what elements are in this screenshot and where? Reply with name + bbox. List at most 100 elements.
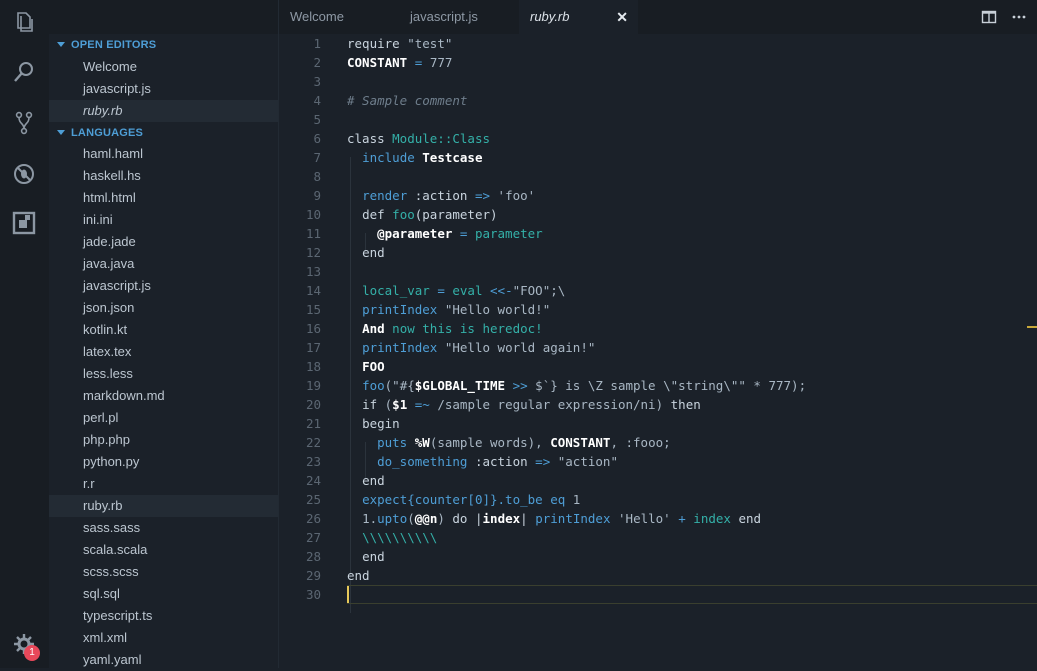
code-line[interactable]: 6 class Module::Class xyxy=(279,129,1037,148)
tab-javascript[interactable]: javascript.js xyxy=(391,0,519,34)
code-token: =~ xyxy=(407,397,438,412)
code-token: then xyxy=(670,397,701,412)
code-line[interactable]: 19 foo("#{$GLOBAL_TIME >> $`} is \Z samp… xyxy=(279,376,1037,395)
code-text: end xyxy=(347,566,370,585)
code-line[interactable]: 8 xyxy=(279,167,1037,186)
code-line[interactable]: 1 require "test" xyxy=(279,34,1037,53)
language-file-item[interactable]: javascript.js xyxy=(49,275,278,297)
line-number: 30 xyxy=(305,587,321,602)
code-line[interactable]: 30 xyxy=(279,585,1037,604)
language-file-item[interactable]: scala.scala xyxy=(49,539,278,561)
tab-welcome[interactable]: Welcome xyxy=(279,0,391,34)
code-line[interactable]: 20 if ($1 =~ /sample regular expression/… xyxy=(279,395,1037,414)
code-line[interactable]: 15 printIndex "Hello world!" xyxy=(279,300,1037,319)
language-file-item[interactable]: java.java xyxy=(49,253,278,275)
open-editors-header[interactable]: OPEN EDITORS xyxy=(49,34,278,56)
code-line[interactable]: 13 xyxy=(279,262,1037,281)
debug-icon[interactable] xyxy=(12,162,36,186)
language-file-item[interactable]: r.r xyxy=(49,473,278,495)
code-token: "Hello world again!" xyxy=(444,340,596,355)
code-line[interactable]: 5 xyxy=(279,110,1037,129)
language-file-item[interactable]: typescript.ts xyxy=(49,605,278,627)
code-line[interactable]: 29 end xyxy=(279,566,1037,585)
code-line[interactable]: 26 1.upto(@@n) do |index| printIndex 'He… xyxy=(279,509,1037,528)
language-file-item[interactable]: sql.sql xyxy=(49,583,278,605)
code-line[interactable]: 24 end xyxy=(279,471,1037,490)
line-number: 17 xyxy=(305,340,321,355)
split-editor-icon[interactable] xyxy=(981,9,997,25)
code-text: # Sample comment xyxy=(347,91,467,110)
line-number: 15 xyxy=(305,302,321,317)
language-file-item[interactable]: ini.ini xyxy=(49,209,278,231)
code-line[interactable]: 10 def foo(parameter) xyxy=(279,205,1037,224)
files-icon[interactable] xyxy=(12,10,36,34)
line-number: 13 xyxy=(305,264,321,279)
language-file-item[interactable]: less.less xyxy=(49,363,278,385)
language-file-item[interactable]: haml.haml xyxy=(49,143,278,165)
tab-ruby[interactable]: ruby.rb ✕ xyxy=(519,0,638,34)
code-line[interactable]: 4 # Sample comment xyxy=(279,91,1037,110)
code-line[interactable]: 23 do_something :action => "action" xyxy=(279,452,1037,471)
code-token: begin xyxy=(362,416,400,431)
code-token: \\\\\\\\\\ xyxy=(362,530,438,545)
code-line[interactable]: 16 And now this is heredoc! xyxy=(279,319,1037,338)
code-token: :action xyxy=(474,454,536,469)
language-file-item[interactable]: jade.jade xyxy=(49,231,278,253)
line-number: 26 xyxy=(305,511,321,526)
language-file-item[interactable]: sass.sass xyxy=(49,517,278,539)
more-actions-icon[interactable] xyxy=(1011,9,1027,25)
close-icon[interactable]: ✕ xyxy=(616,0,628,34)
language-file-item[interactable]: perl.pl xyxy=(49,407,278,429)
language-file-item[interactable]: markdown.md xyxy=(49,385,278,407)
line-number: 9 xyxy=(313,188,321,203)
code-token: "Hello world!" xyxy=(444,302,551,317)
code-token: , :fooo; xyxy=(610,435,671,450)
code-line[interactable]: 21 begin xyxy=(279,414,1037,433)
language-file-item[interactable]: php.php xyxy=(49,429,278,451)
language-file-item[interactable]: scss.scss xyxy=(49,561,278,583)
language-file-item[interactable]: kotlin.kt xyxy=(49,319,278,341)
language-file-item[interactable]: xml.xml xyxy=(49,627,278,649)
line-number: 8 xyxy=(313,169,321,184)
line-number: 25 xyxy=(305,492,321,507)
open-editor-item[interactable]: javascript.js xyxy=(49,78,278,100)
code-line[interactable]: 2 CONSTANT = 777 xyxy=(279,53,1037,72)
code-token: "FOO";\ xyxy=(512,283,566,298)
code-line[interactable]: 18 FOO xyxy=(279,357,1037,376)
code-text: expect{counter[0]}.to_be eq 1 xyxy=(347,490,580,509)
language-file-item[interactable]: json.json xyxy=(49,297,278,319)
language-file-item[interactable]: haskell.hs xyxy=(49,165,278,187)
open-editor-item[interactable]: Welcome xyxy=(49,56,278,78)
code-token: :action xyxy=(414,188,475,203)
code-line[interactable]: 14 local_var = eval <<-"FOO";\ xyxy=(279,281,1037,300)
code-token: CONSTANT xyxy=(550,435,611,450)
code-line[interactable]: 22 puts %W(sample words), CONSTANT, :foo… xyxy=(279,433,1037,452)
line-number: 10 xyxy=(305,207,321,222)
search-icon[interactable] xyxy=(12,60,36,84)
code-line[interactable]: 7 include Testcase xyxy=(279,148,1037,167)
source-control-icon[interactable] xyxy=(12,111,36,135)
language-file-item[interactable]: latex.tex xyxy=(49,341,278,363)
language-file-item[interactable]: html.html xyxy=(49,187,278,209)
code-line[interactable]: 12 end xyxy=(279,243,1037,262)
languages-header[interactable]: LANGUAGES xyxy=(49,122,278,144)
extensions-icon[interactable] xyxy=(12,211,36,235)
code-line[interactable]: 25 expect{counter[0]}.to_be eq 1 xyxy=(279,490,1037,509)
language-file-item[interactable]: ruby.rb xyxy=(49,495,278,517)
code-line[interactable]: 9 render :action => 'foo' xyxy=(279,186,1037,205)
code-line[interactable]: 3 xyxy=(279,72,1037,91)
code-line[interactable]: 11 @parameter = parameter xyxy=(279,224,1037,243)
code-line[interactable]: 17 printIndex "Hello world again!" xyxy=(279,338,1037,357)
code-token: printIndex xyxy=(362,302,445,317)
code-line[interactable]: 28 end xyxy=(279,547,1037,566)
open-editor-item[interactable]: ruby.rb xyxy=(49,100,278,122)
language-file-item[interactable]: python.py xyxy=(49,451,278,473)
code-editor[interactable]: 1 require "test" 2 CONSTANT = 777 3 4 # Sample… xyxy=(279,34,1037,668)
code-line[interactable]: 27 \\\\\\\\\\ xyxy=(279,528,1037,547)
line-number: 5 xyxy=(313,112,321,127)
